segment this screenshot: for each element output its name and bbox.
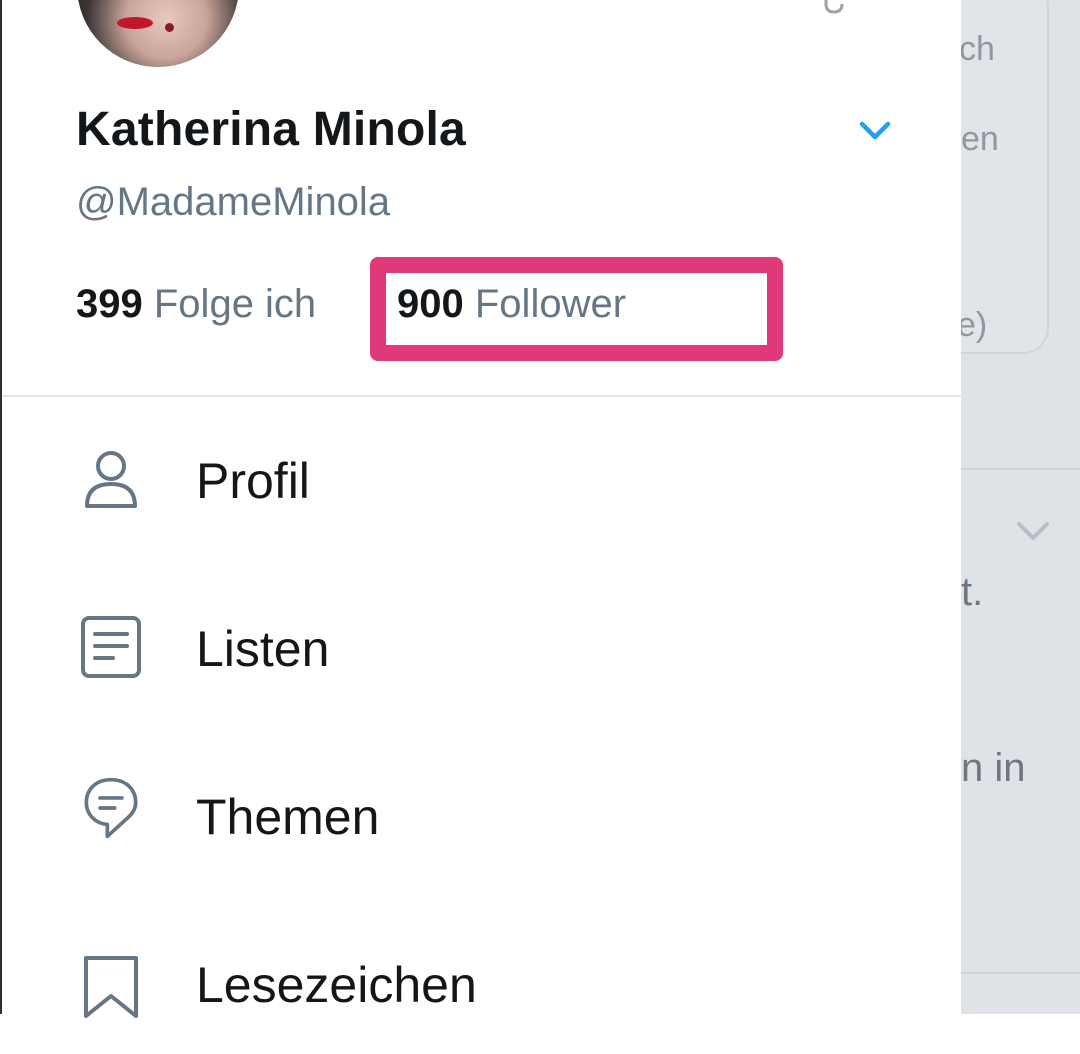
followers-highlight-box (370, 257, 783, 361)
navigation-drawer: Katherina Minola @MadameMinola 399 Folge… (0, 0, 963, 1018)
background-divider (961, 468, 1080, 470)
background-chevron-down-icon (1017, 522, 1049, 540)
menu-item-label: Lesezeichen (196, 957, 477, 1013)
menu-item-topics[interactable]: Themen (2, 746, 963, 886)
following-label: Folge ich (153, 282, 317, 326)
topics-icon (84, 777, 138, 839)
profile-handle: @MadameMinola (76, 180, 391, 224)
following-stat[interactable]: 399 Folge ich (76, 282, 316, 327)
menu-item-label: Themen (196, 789, 380, 845)
avatar-detail (117, 17, 153, 29)
background-text-fragment: e) (961, 306, 988, 344)
avatar[interactable] (77, 0, 239, 67)
bookmark-icon (84, 956, 138, 1018)
background-text-fragment: n in (961, 746, 1026, 790)
background-text-fragment: en (961, 120, 999, 158)
drawer-divider (2, 395, 963, 397)
background-text-fragment: t. (961, 570, 984, 614)
menu-item-bookmarks[interactable]: Lesezeichen (2, 914, 963, 1054)
avatar-detail (165, 23, 174, 32)
menu-item-profile[interactable]: Profil (2, 412, 963, 552)
menu-item-lists[interactable]: Listen (2, 580, 963, 720)
following-count: 399 (76, 282, 143, 326)
person-icon (85, 451, 137, 508)
list-icon (81, 616, 141, 678)
background-timeline: ch en e) t. n in (961, 0, 1080, 1014)
background-text-fragment: ch (961, 30, 995, 68)
chevron-down-icon[interactable] (850, 112, 900, 152)
profile-name: Katherina Minola (76, 103, 466, 156)
menu-item-label: Profil (196, 453, 310, 509)
account-switcher-icon[interactable] (780, 0, 880, 20)
background-divider (961, 972, 1080, 974)
menu-item-label: Listen (196, 621, 330, 677)
